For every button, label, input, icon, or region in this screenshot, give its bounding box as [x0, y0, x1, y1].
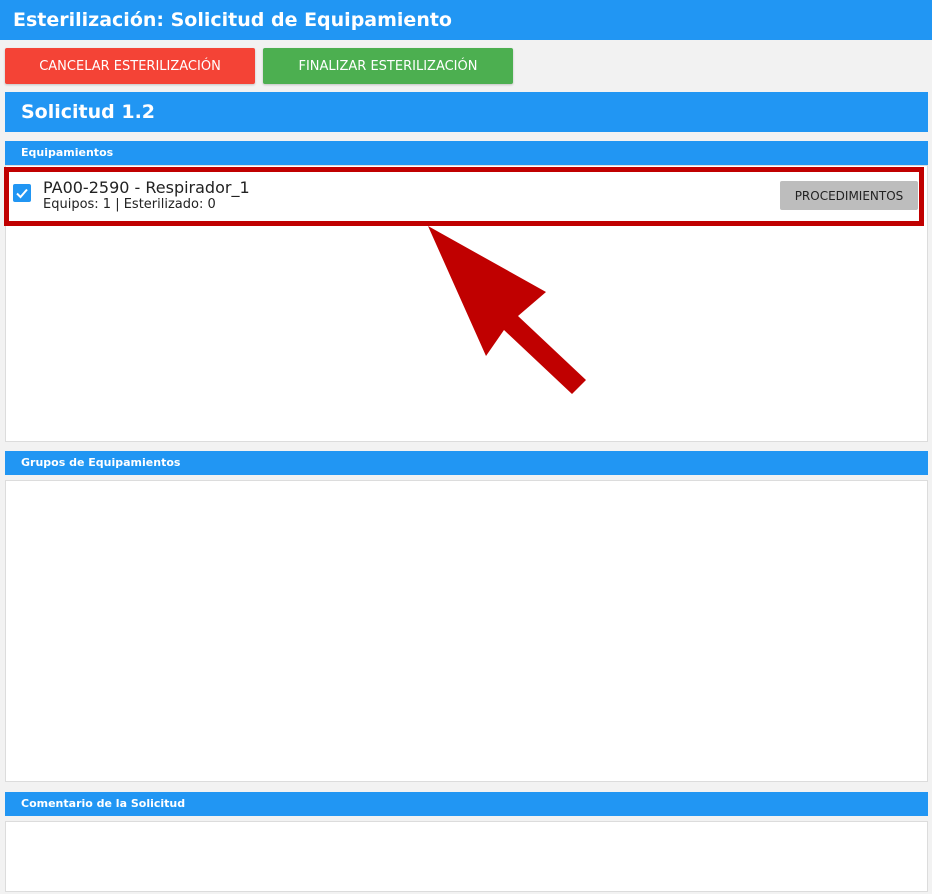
request-title: Solicitud 1.2 — [5, 92, 928, 132]
checkmark-icon — [16, 188, 28, 199]
equipment-checkbox[interactable] — [13, 184, 31, 202]
cancel-sterilization-button[interactable]: CANCELAR ESTERILIZACIÓN — [5, 48, 255, 84]
red-arrow-annotation — [428, 226, 586, 394]
equipment-title: PA00-2590 - Respirador_1 — [43, 178, 250, 197]
finish-sterilization-button[interactable]: FINALIZAR ESTERILIZACIÓN — [263, 48, 513, 84]
section-header-comment: Comentario de la Solicitud — [5, 792, 928, 816]
window-title: Esterilización: Solicitud de Equipamient… — [0, 0, 932, 40]
comment-textarea[interactable] — [5, 821, 928, 892]
section-header-groups: Grupos de Equipamientos — [5, 451, 928, 475]
groups-panel — [5, 480, 928, 782]
equipment-subtitle: Equipos: 1 | Esterilizado: 0 — [43, 197, 216, 212]
section-header-equipment: Equipamientos — [5, 141, 928, 165]
procedures-button[interactable]: PROCEDIMIENTOS — [780, 181, 918, 210]
